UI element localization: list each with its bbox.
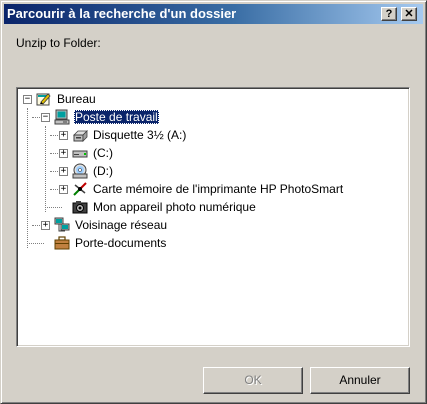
expand-drive-c-button[interactable]: + bbox=[59, 149, 68, 158]
tree-node-label: (C:) bbox=[93, 146, 113, 160]
tree-guide-line bbox=[27, 243, 44, 244]
desktop-icon bbox=[36, 93, 51, 106]
tree-node-label: Carte mémoire de l'imprimante HP PhotoSm… bbox=[93, 182, 344, 196]
cancel-button[interactable]: Annuler bbox=[310, 367, 410, 394]
browse-folder-dialog: Parcourir à la recherche d'un dossier ? … bbox=[0, 0, 427, 404]
tree-guide-line bbox=[27, 108, 28, 248]
tree-node-label: (D:) bbox=[93, 164, 113, 178]
briefcase-icon bbox=[54, 236, 70, 250]
floppy-drive-icon bbox=[73, 130, 88, 142]
tree-node-label: Porte-documents bbox=[75, 236, 167, 250]
close-button[interactable]: ✕ bbox=[401, 7, 417, 21]
tree-guide-line bbox=[45, 207, 62, 208]
expand-drive-d-button[interactable]: + bbox=[59, 167, 68, 176]
help-button[interactable]: ? bbox=[381, 7, 397, 21]
collapse-desktop-button[interactable]: − bbox=[23, 95, 32, 104]
expand-network-button[interactable]: + bbox=[41, 221, 50, 230]
expand-memory-card-button[interactable]: + bbox=[59, 185, 68, 194]
prompt-label: Unzip to Folder: bbox=[16, 36, 101, 50]
tree-node-label: Mon appareil photo numérique bbox=[93, 200, 256, 214]
folder-tree[interactable]: − − + + + + + Bureau Poste de travail Di… bbox=[16, 87, 410, 347]
tree-node-label: Bureau bbox=[57, 92, 96, 106]
tree-node-label: Disquette 3½ (A:) bbox=[93, 128, 187, 142]
tree-guide-line bbox=[45, 126, 46, 212]
memory-card-icon bbox=[73, 182, 87, 196]
cd-drive-icon bbox=[72, 163, 88, 179]
computer-icon bbox=[54, 109, 70, 125]
tree-node-label: Poste de travail bbox=[74, 110, 159, 124]
window-title: Parcourir à la recherche d'un dossier bbox=[7, 6, 237, 21]
network-icon bbox=[54, 217, 70, 232]
ok-button[interactable]: OK bbox=[203, 367, 303, 394]
expand-floppy-button[interactable]: + bbox=[59, 131, 68, 140]
collapse-my-computer-button[interactable]: − bbox=[41, 113, 50, 122]
title-bar[interactable]: Parcourir à la recherche d'un dossier ? … bbox=[4, 4, 423, 24]
tree-node-label: Voisinage réseau bbox=[75, 218, 168, 232]
camera-icon bbox=[72, 201, 88, 214]
hard-drive-icon bbox=[72, 150, 88, 158]
